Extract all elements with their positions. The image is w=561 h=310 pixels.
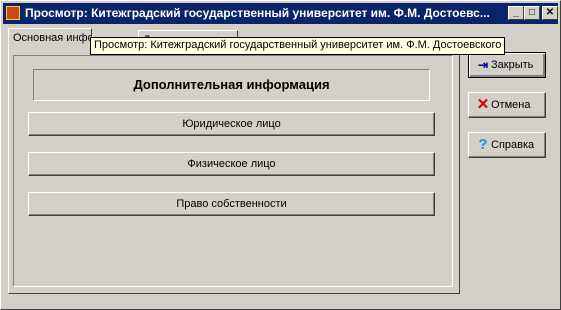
close-button-label: Закрыть: [491, 59, 534, 71]
help-button-label: Справка: [491, 139, 535, 151]
section-header: Дополнительная информация: [33, 69, 430, 101]
tab-main-info[interactable]: Основная информация: [8, 28, 92, 52]
legal-entity-button[interactable]: Юридическое лицо: [28, 112, 435, 136]
question-mark-icon: ?: [478, 136, 488, 153]
individual-button[interactable]: Физическое лицо: [28, 152, 435, 176]
minimize-button[interactable]: _: [508, 6, 524, 20]
red-x-icon: ✕: [476, 96, 490, 113]
help-button[interactable]: ? Справка: [468, 132, 546, 158]
maximize-button[interactable]: □: [524, 6, 540, 20]
window-title: Просмотр: Китежградский государственный …: [25, 6, 490, 20]
ownership-button[interactable]: Право собственности: [28, 192, 435, 216]
close-window-button[interactable]: ✕: [542, 6, 558, 20]
close-door-icon: ⇥: [477, 58, 489, 72]
title-bar[interactable]: Просмотр: Китежградский государственный …: [3, 3, 558, 24]
title-tooltip: Просмотр: Китежградский государственный …: [90, 37, 506, 55]
cancel-button-label: Отмена: [491, 99, 531, 111]
cancel-button[interactable]: ✕ Отмена: [468, 92, 546, 118]
close-button[interactable]: ⇥ Закрыть: [468, 52, 546, 78]
app-icon: [6, 6, 20, 20]
